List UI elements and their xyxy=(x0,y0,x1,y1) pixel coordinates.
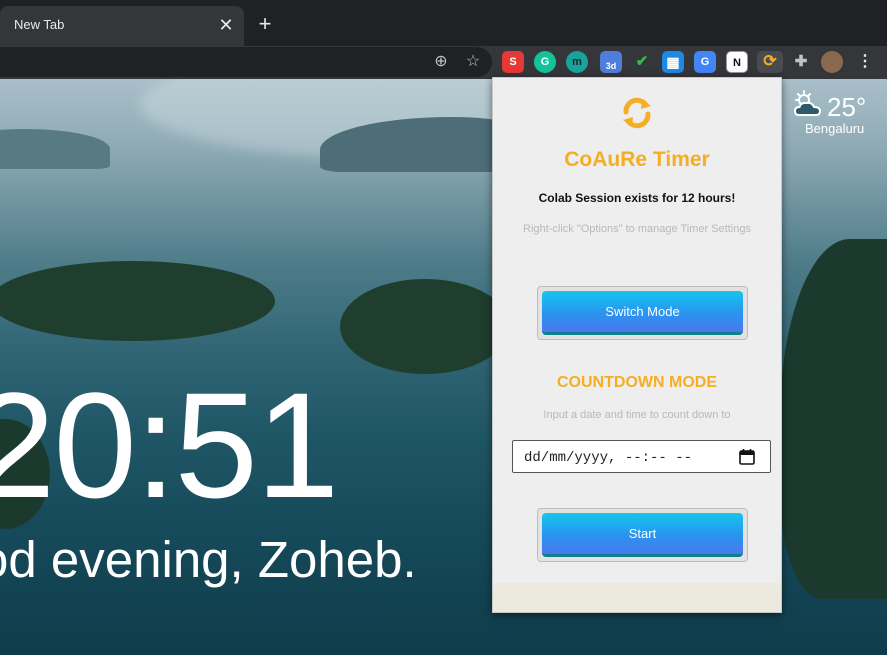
session-info: Colab Session exists for 12 hours! xyxy=(538,191,736,205)
tab-strip: New Tab ✕ + xyxy=(0,0,887,46)
tab-new-tab[interactable]: New Tab ✕ xyxy=(0,6,244,46)
tab-title: New Tab xyxy=(14,17,65,32)
partly-cloudy-icon xyxy=(793,90,822,116)
location-icon[interactable]: ⊕ xyxy=(431,52,451,72)
grammarly-icon[interactable]: G xyxy=(534,51,556,73)
switch-mode-button[interactable]: Switch Mode xyxy=(542,291,743,335)
browser-window: New Tab ✕ + ⊕ ☆ S G m 3d ✔ ▦ G N ⟳ ✚ ⋮ 2… xyxy=(0,0,887,655)
new-tab-button[interactable]: + xyxy=(253,12,277,36)
address-bar[interactable]: ⊕ ☆ xyxy=(0,47,492,77)
calendar-icon[interactable] xyxy=(739,448,755,465)
s-extension-icon[interactable]: S xyxy=(502,51,524,73)
island-right xyxy=(340,279,510,374)
trello-extension-icon[interactable]: ▦ xyxy=(662,51,684,73)
coaure-timer-popup: CoAuRe Timer Colab Session exists for 12… xyxy=(492,77,782,613)
island-left xyxy=(0,261,275,341)
3d-extension-icon[interactable]: 3d xyxy=(600,51,622,73)
m-extension-icon[interactable]: m xyxy=(566,51,588,73)
popup-footer xyxy=(493,583,781,612)
extensions-area: S G m 3d ✔ ▦ G N ⟳ ✚ ⋮ xyxy=(498,46,887,79)
close-icon[interactable]: ✕ xyxy=(216,15,236,35)
weather-city: Bengaluru xyxy=(805,121,865,136)
translate-extension-icon[interactable]: G xyxy=(694,51,716,73)
datetime-placeholder: dd/mm/yyyy, --:-- -- xyxy=(524,450,693,466)
puzzle-extensions-icon[interactable]: ✚ xyxy=(790,51,812,73)
right-forest xyxy=(780,239,887,599)
sync-logo-icon xyxy=(623,97,651,129)
avatar[interactable] xyxy=(821,51,843,73)
start-button[interactable]: Start xyxy=(542,513,743,557)
menu-icon[interactable]: ⋮ xyxy=(854,51,876,73)
options-hint: Right-click "Options" to manage Timer Se… xyxy=(523,223,751,235)
shield-extension-icon[interactable]: ✔ xyxy=(631,51,653,73)
start-frame: Start xyxy=(537,508,748,562)
popup-title: CoAuRe Timer xyxy=(564,148,710,171)
weather-temperature: 25° xyxy=(827,92,867,122)
toolbar: ⊕ ☆ S G m 3d ✔ ▦ G N ⟳ ✚ ⋮ xyxy=(0,46,887,79)
coaure-timer-extension-icon[interactable]: ⟳ xyxy=(757,51,783,73)
countdown-datetime-input[interactable]: dd/mm/yyyy, --:-- -- xyxy=(512,440,771,473)
mode-title: COUNTDOWN MODE xyxy=(557,374,717,391)
mode-hint: Input a date and time to count down to xyxy=(543,409,731,421)
bookmark-star-icon[interactable]: ☆ xyxy=(463,52,483,72)
clock: 20:51 xyxy=(0,361,339,529)
far-mountain-left xyxy=(0,129,110,169)
switch-mode-frame: Switch Mode xyxy=(537,286,748,340)
greeting: od evening, Zoheb. xyxy=(0,531,417,588)
notion-extension-icon[interactable]: N xyxy=(726,51,748,73)
weather-widget[interactable]: 25° Bengaluru xyxy=(793,90,883,140)
